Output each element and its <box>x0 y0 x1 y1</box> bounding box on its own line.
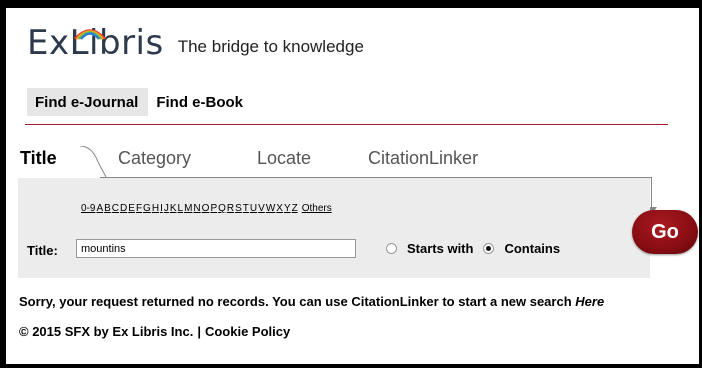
alpha-link-v[interactable]: V <box>258 203 265 214</box>
no-results-text: Sorry, your request returned no records.… <box>19 294 576 309</box>
tab-citationlinker[interactable]: CitationLinker <box>368 146 478 170</box>
alpha-link-b[interactable]: B <box>104 203 111 214</box>
header-divider <box>25 124 668 125</box>
tab-locate[interactable]: Locate <box>257 146 311 170</box>
alphabet-index: 0-9 A B C D E F G H I J K L M N O P Q R … <box>81 203 332 214</box>
nav-find-ejournal[interactable]: Find e-Journal <box>27 88 149 116</box>
alpha-link-f[interactable]: F <box>136 203 142 214</box>
alpha-link-0-9[interactable]: 0-9 <box>81 203 95 214</box>
footer: © 2015 SFX by Ex Libris Inc. | Cookie Poli… <box>19 324 290 339</box>
alpha-link-w[interactable]: W <box>266 203 275 214</box>
alpha-link-h[interactable]: H <box>152 203 159 214</box>
contains-label[interactable]: Contains <box>504 241 560 256</box>
alpha-link-m[interactable]: M <box>184 203 192 214</box>
search-panel <box>18 178 650 278</box>
logo-tagline: The bridge to knowledge <box>177 37 364 56</box>
alpha-link-i[interactable]: I <box>160 203 163 214</box>
go-button[interactable]: Go <box>632 210 698 254</box>
alpha-link-e[interactable]: E <box>128 203 135 214</box>
alpha-link-l[interactable]: L <box>178 203 184 214</box>
tab-title[interactable]: Title <box>20 146 57 170</box>
alpha-link-s[interactable]: S <box>235 203 242 214</box>
alpha-link-k[interactable]: K <box>170 203 177 214</box>
starts-with-label[interactable]: Starts with <box>407 241 473 256</box>
alpha-link-a[interactable]: A <box>96 203 103 214</box>
alpha-link-z[interactable]: Z <box>292 203 298 214</box>
alpha-link-others[interactable]: Others <box>302 203 332 214</box>
rainbow-arc-icon <box>74 29 106 40</box>
tab-connector-line <box>651 177 652 209</box>
alpha-link-j[interactable]: J <box>164 203 169 214</box>
top-navigation: Find e-Journal Find e-Book <box>27 88 253 116</box>
alpha-link-r[interactable]: R <box>227 203 234 214</box>
alpha-link-p[interactable]: P <box>210 203 217 214</box>
alpha-link-q[interactable]: Q <box>218 203 226 214</box>
nav-find-ebook[interactable]: Find e-Book <box>148 88 253 116</box>
alpha-link-d[interactable]: D <box>120 203 127 214</box>
alpha-link-x[interactable]: X <box>276 203 283 214</box>
tab-edge-divider <box>80 146 107 178</box>
alpha-link-o[interactable]: O <box>202 203 210 214</box>
alpha-link-g[interactable]: G <box>143 203 151 214</box>
alpha-link-c[interactable]: C <box>112 203 119 214</box>
alpha-link-t[interactable]: T <box>243 203 249 214</box>
cookie-policy-link[interactable]: Cookie Policy <box>205 324 290 339</box>
alpha-link-y[interactable]: Y <box>284 203 291 214</box>
title-search-input[interactable] <box>76 239 356 258</box>
footer-separator: | <box>197 324 201 339</box>
no-results-message: Sorry, your request returned no records.… <box>19 294 604 309</box>
copyright-text: © 2015 SFX by Ex Libris Inc. <box>19 324 194 339</box>
contains-radio[interactable] <box>483 243 495 254</box>
tab-category[interactable]: Category <box>118 146 191 170</box>
starts-with-radio[interactable] <box>386 243 397 254</box>
match-type-options: Starts with Contains <box>386 241 570 256</box>
alpha-link-n[interactable]: N <box>193 203 200 214</box>
title-field-label: Title: <box>27 243 58 258</box>
here-link[interactable]: Here <box>575 294 604 309</box>
alpha-link-u[interactable]: U <box>250 203 257 214</box>
